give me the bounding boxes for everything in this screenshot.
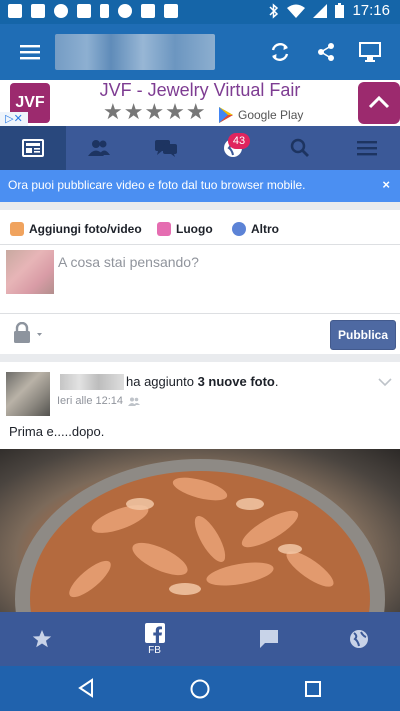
page-title-blurred bbox=[55, 34, 215, 70]
gmail-icon bbox=[8, 4, 22, 18]
ad-title[interactable]: JVF - Jewelry Virtual Fair bbox=[0, 80, 400, 101]
post-action-end: . bbox=[274, 374, 279, 389]
chevron-down-icon[interactable] bbox=[378, 374, 392, 387]
status-input[interactable]: A cosa stai pensando? bbox=[58, 254, 199, 270]
google-play-label: Google Play bbox=[238, 108, 304, 122]
post-photo[interactable] bbox=[0, 449, 400, 612]
info-banner-text: Ora puoi pubblicare video e foto dal tuo… bbox=[8, 178, 306, 192]
privacy-selector[interactable] bbox=[12, 321, 42, 344]
recents-icon[interactable] bbox=[304, 680, 322, 703]
menu-icon[interactable] bbox=[16, 38, 44, 66]
desktop-icon[interactable] bbox=[356, 38, 384, 66]
circle-icon bbox=[118, 4, 132, 18]
bluetooth-icon bbox=[269, 2, 279, 19]
bag-icon bbox=[141, 4, 155, 18]
google-play-icon bbox=[219, 107, 233, 123]
avatar bbox=[6, 250, 54, 294]
lock-icon bbox=[77, 4, 91, 18]
back-icon[interactable] bbox=[76, 678, 96, 703]
globe-icon bbox=[349, 630, 368, 648]
add-photo-video-button[interactable]: Aggiungi foto/video bbox=[10, 220, 142, 238]
chat-tab[interactable] bbox=[227, 612, 310, 666]
feed-post: ha aggiunto 3 nuove foto. Ieri alle 12:1… bbox=[0, 362, 400, 612]
fb-top-nav bbox=[0, 126, 400, 170]
info-banner: Ora puoi pubblicare video e foto dal tuo… bbox=[0, 170, 400, 202]
facebook-tab[interactable]: FB bbox=[113, 612, 196, 666]
notification-badge: 43 bbox=[228, 133, 250, 149]
favorites-tab[interactable] bbox=[0, 612, 83, 666]
chevron-up-icon bbox=[368, 95, 390, 109]
post-header: ha aggiunto 3 nuove foto. bbox=[126, 374, 278, 389]
more-label: Altro bbox=[251, 222, 279, 236]
search-icon[interactable] bbox=[267, 126, 333, 170]
battery-icon bbox=[335, 3, 345, 18]
publish-button[interactable]: Pubblica bbox=[330, 320, 396, 350]
ad-choices-close-icon[interactable]: ▷✕ bbox=[0, 112, 28, 126]
menu-icon[interactable] bbox=[334, 126, 400, 170]
location-label: Luogo bbox=[176, 222, 213, 236]
app-toolbar bbox=[0, 24, 400, 80]
more-button[interactable]: Altro bbox=[232, 220, 279, 238]
signal-icon bbox=[313, 3, 328, 18]
post-time-label[interactable]: Ieri alle 12:14 bbox=[57, 395, 123, 407]
play-icon bbox=[54, 4, 68, 18]
fb-bottom-bar: FB bbox=[0, 612, 400, 666]
refresh-icon[interactable] bbox=[266, 38, 294, 66]
smiley-icon bbox=[232, 222, 246, 236]
ad-rating-stars: ★★★★★ bbox=[103, 99, 207, 124]
wifi-icon bbox=[287, 4, 306, 18]
status-bar: 17:16 bbox=[0, 0, 400, 24]
add-photo-video-label: Aggiungi foto/video bbox=[29, 222, 142, 236]
photo-icon bbox=[10, 222, 24, 236]
home-icon[interactable] bbox=[189, 678, 211, 705]
avatar[interactable] bbox=[6, 372, 50, 416]
star-icon bbox=[32, 630, 51, 648]
lock-icon bbox=[14, 321, 42, 343]
author-name-blurred[interactable] bbox=[60, 374, 124, 390]
post-text: Prima e.....dopo. bbox=[9, 424, 105, 439]
shrimp-pot-photo bbox=[15, 459, 385, 612]
globe-tab[interactable] bbox=[317, 612, 400, 666]
google-play-badge[interactable]: Google Play bbox=[218, 106, 303, 124]
battery-saver-icon bbox=[100, 4, 109, 18]
messages-icon[interactable] bbox=[133, 126, 199, 170]
post-composer: Aggiungi foto/video Luogo Altro A cosa s… bbox=[0, 210, 400, 354]
news-feed-icon[interactable] bbox=[0, 126, 66, 170]
post-action-text: ha aggiunto bbox=[126, 374, 198, 389]
check-icon bbox=[164, 4, 178, 18]
location-icon bbox=[157, 222, 171, 236]
ad-open-button[interactable] bbox=[358, 82, 400, 124]
divider bbox=[0, 313, 400, 314]
share-icon[interactable] bbox=[312, 38, 340, 66]
post-action-bold[interactable]: 3 nuove foto bbox=[198, 374, 275, 389]
divider bbox=[0, 244, 400, 245]
ad-banner[interactable]: JVF JVF - Jewelry Virtual Fair ★★★★★ Goo… bbox=[0, 80, 400, 126]
gallery-icon bbox=[31, 4, 45, 18]
facebook-icon bbox=[144, 622, 165, 643]
facebook-tab-label: FB bbox=[148, 644, 161, 656]
clock: 17:16 bbox=[352, 2, 390, 19]
location-button[interactable]: Luogo bbox=[157, 220, 213, 238]
android-nav-bar bbox=[0, 666, 400, 711]
friends-icon[interactable] bbox=[66, 126, 132, 170]
friends-audience-icon bbox=[128, 397, 141, 406]
post-timestamp: Ieri alle 12:14 bbox=[57, 395, 141, 407]
close-icon[interactable]: × bbox=[382, 177, 390, 192]
chat-icon bbox=[259, 630, 278, 648]
